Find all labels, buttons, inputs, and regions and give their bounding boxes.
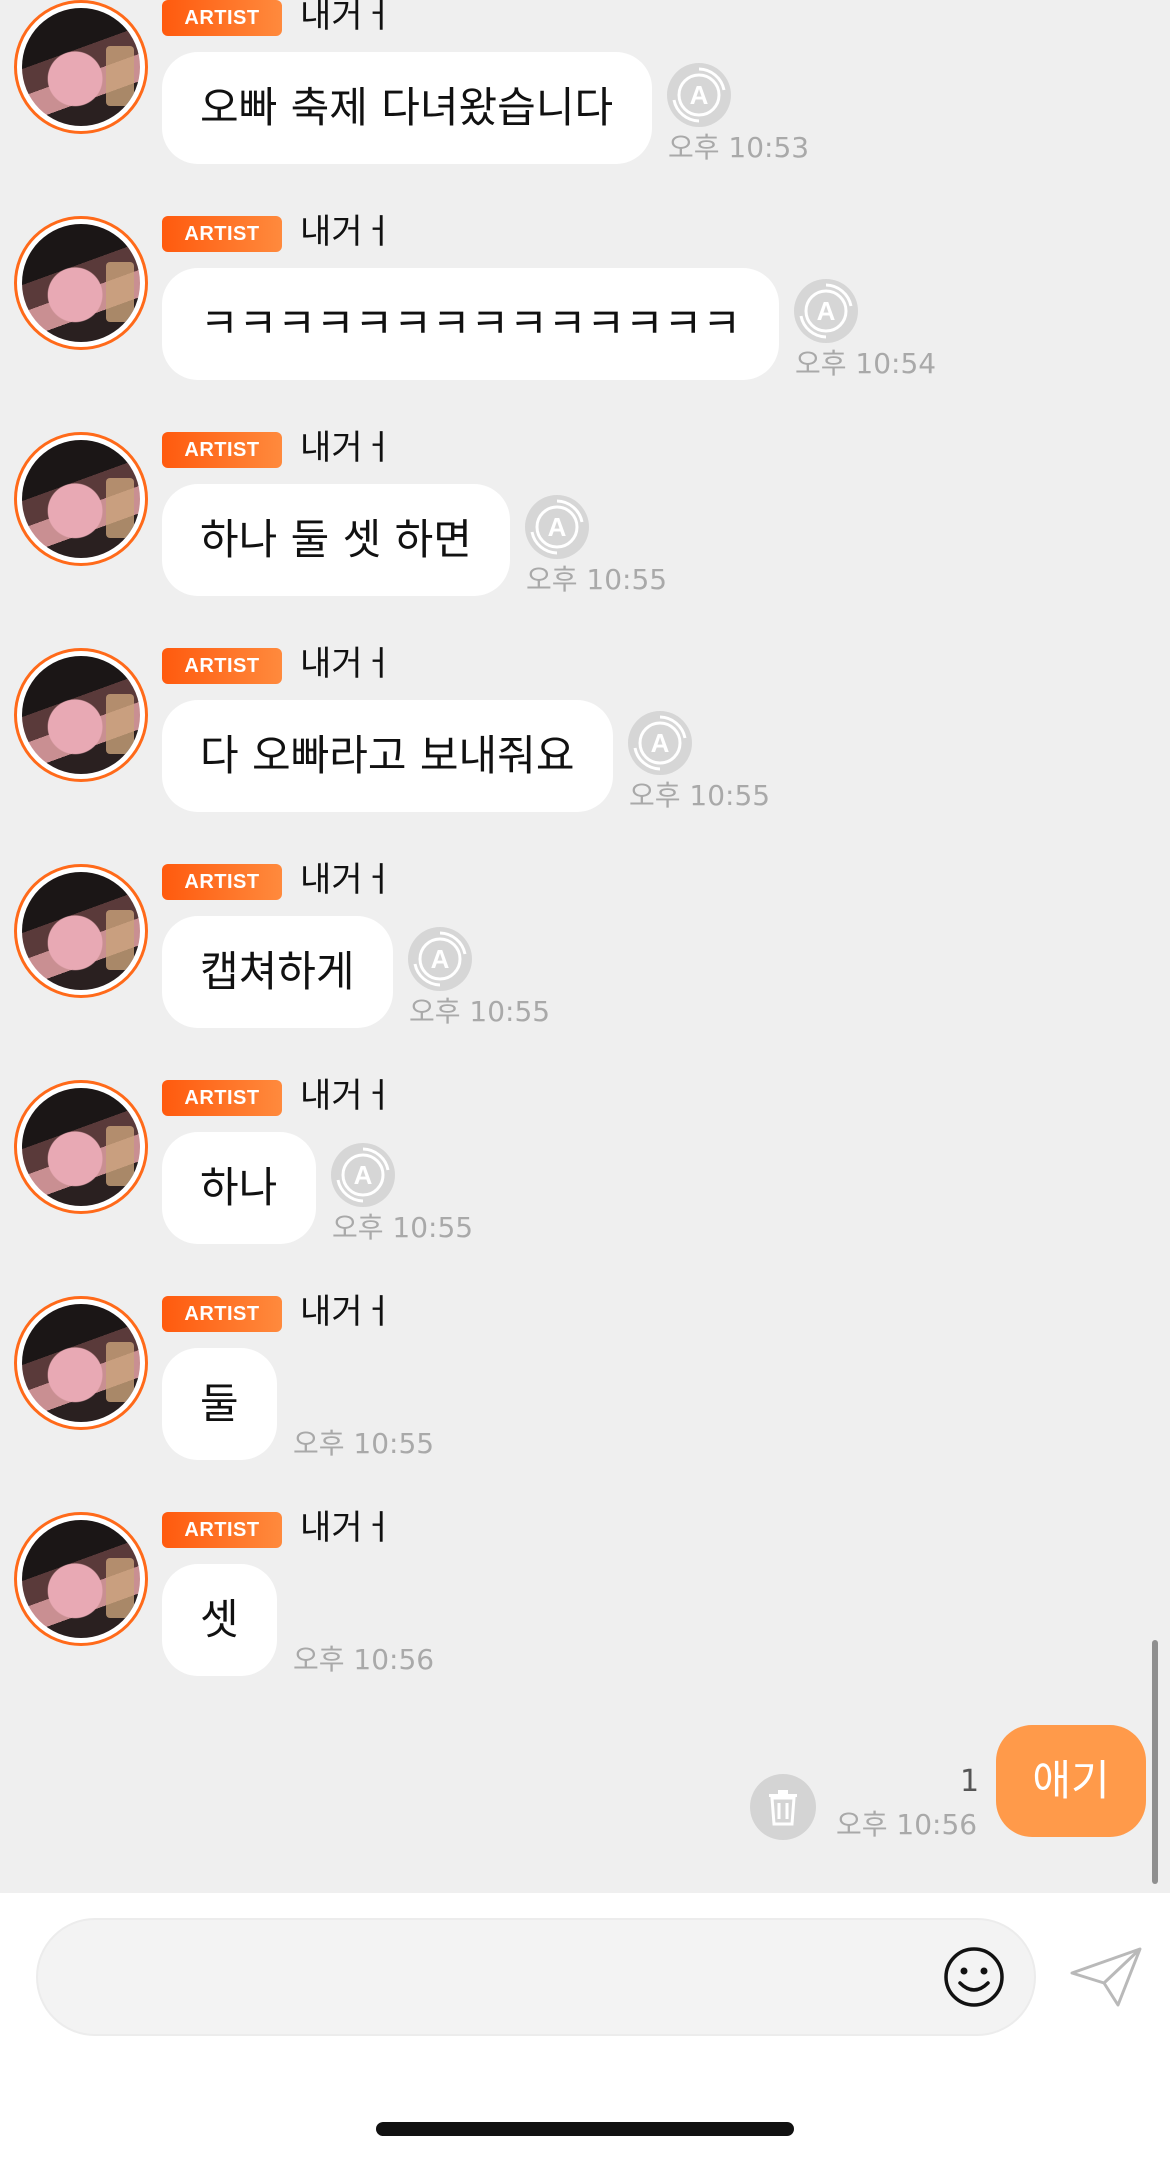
message-time: 오후 10:56: [293, 1643, 435, 1676]
composer-bar: [0, 1893, 1170, 2163]
avatar[interactable]: [14, 216, 148, 350]
translate-button[interactable]: A: [627, 710, 693, 776]
message-bubble[interactable]: 다 오빠라고 보내줘요: [162, 700, 613, 812]
avatar[interactable]: [14, 648, 148, 782]
translate-button[interactable]: A: [330, 1142, 396, 1208]
translate-a-icon: A: [667, 63, 731, 127]
paper-plane-icon[interactable]: [1068, 1943, 1144, 2011]
message-bubble[interactable]: 캡쳐하게: [162, 916, 393, 1028]
artist-badge: ARTIST: [162, 1080, 282, 1116]
avatar[interactable]: [14, 1296, 148, 1430]
message-bubble[interactable]: ㅋㅋㅋㅋㅋㅋㅋㅋㅋㅋㅋㅋㅋㅋ: [162, 268, 779, 380]
avatar-image: [22, 1520, 140, 1638]
sender-name: 내거ㅓ: [300, 212, 394, 252]
sender-name: 내거ㅓ: [300, 428, 394, 468]
home-indicator: [376, 2122, 794, 2136]
svg-text:A: A: [690, 80, 709, 110]
sender-name: 내거ㅓ: [300, 860, 394, 900]
artist-badge: ARTIST: [162, 216, 282, 252]
message-time: 오후 10:55: [629, 779, 771, 812]
avatar-image: [22, 224, 140, 342]
sender-name: 내거ㅓ: [300, 1076, 394, 1116]
translate-button[interactable]: A: [666, 62, 732, 128]
avatar[interactable]: [14, 0, 148, 134]
message-time: 오후 10:56: [836, 1808, 978, 1841]
message-input[interactable]: [36, 1918, 1036, 2036]
message-bubble[interactable]: 오빠 축제 다녀왔습니다: [162, 52, 652, 164]
incoming-message: ARTIST 내거ㅓㅋㅋㅋㅋㅋㅋㅋㅋㅋㅋㅋㅋㅋㅋ A 오후 10:54: [0, 212, 1170, 432]
svg-text:A: A: [548, 512, 567, 542]
message-time: 오후 10:55: [293, 1427, 435, 1460]
avatar-image: [22, 8, 140, 126]
svg-text:A: A: [354, 1160, 373, 1190]
delete-button[interactable]: [750, 1774, 816, 1840]
avatar-image: [22, 1304, 140, 1422]
translate-button[interactable]: A: [793, 278, 859, 344]
artist-badge: ARTIST: [162, 432, 282, 468]
message-time: 오후 10:54: [795, 347, 937, 380]
incoming-message: ARTIST 내거ㅓ 오빠 축제 다녀왔습니다 A 오후 10:53: [0, 0, 1170, 216]
sender-name: 내거ㅓ: [300, 1508, 394, 1548]
incoming-message: ARTIST 내거ㅓ 캡쳐하게 A 오후 10:55: [0, 860, 1170, 1080]
outgoing-message-bubble[interactable]: 애기: [996, 1725, 1146, 1837]
sender-name: 내거ㅓ: [300, 0, 394, 36]
incoming-message: ARTIST 내거ㅓ 셋오후 10:56: [0, 1508, 1170, 1728]
artist-badge: ARTIST: [162, 648, 282, 684]
translate-button[interactable]: A: [524, 494, 590, 560]
avatar[interactable]: [14, 432, 148, 566]
message-bubble[interactable]: 하나 둘 셋 하면: [162, 484, 510, 596]
translate-a-icon: A: [794, 279, 858, 343]
message-time: 오후 10:53: [668, 131, 810, 164]
unread-count: 1: [960, 1764, 980, 1799]
svg-text:A: A: [817, 296, 836, 326]
sender-name: 내거ㅓ: [300, 1292, 394, 1332]
artist-badge: ARTIST: [162, 1296, 282, 1332]
translate-a-icon: A: [408, 927, 472, 991]
avatar[interactable]: [14, 864, 148, 998]
smiley-icon[interactable]: [942, 1945, 1006, 2009]
svg-text:A: A: [431, 944, 450, 974]
message-bubble[interactable]: 하나: [162, 1132, 316, 1244]
incoming-message: ARTIST 내거ㅓ 하나 A 오후 10:55: [0, 1076, 1170, 1296]
avatar-image: [22, 1088, 140, 1206]
artist-badge: ARTIST: [162, 0, 282, 36]
translate-a-icon: A: [525, 495, 589, 559]
chat-area[interactable]: ARTIST 내거ㅓ 오빠 축제 다녀왔습니다 A 오후 10:53 ARTIST 내거ㅓㅋ…: [0, 0, 1170, 1893]
translate-a-icon: A: [331, 1143, 395, 1207]
incoming-message: ARTIST 내거ㅓ 둘오후 10:55: [0, 1292, 1170, 1512]
incoming-message: ARTIST 내거ㅓ 하나 둘 셋 하면 A 오후 10:55: [0, 428, 1170, 648]
avatar[interactable]: [14, 1512, 148, 1646]
artist-badge: ARTIST: [162, 864, 282, 900]
trash-icon: [769, 1790, 797, 1826]
message-bubble[interactable]: 셋: [162, 1564, 277, 1676]
avatar-image: [22, 440, 140, 558]
message-time: 오후 10:55: [332, 1211, 474, 1244]
translate-a-icon: A: [628, 711, 692, 775]
svg-text:A: A: [651, 728, 670, 758]
translate-button[interactable]: A: [407, 926, 473, 992]
incoming-message: ARTIST 내거ㅓ 다 오빠라고 보내줘요 A 오후 10:55: [0, 644, 1170, 864]
message-time: 오후 10:55: [526, 563, 668, 596]
scrollbar[interactable]: [1152, 1640, 1158, 1884]
message-bubble[interactable]: 둘: [162, 1348, 277, 1460]
avatar-image: [22, 872, 140, 990]
avatar[interactable]: [14, 1080, 148, 1214]
avatar-image: [22, 656, 140, 774]
sender-name: 내거ㅓ: [300, 644, 394, 684]
artist-badge: ARTIST: [162, 1512, 282, 1548]
message-time: 오후 10:55: [409, 995, 551, 1028]
